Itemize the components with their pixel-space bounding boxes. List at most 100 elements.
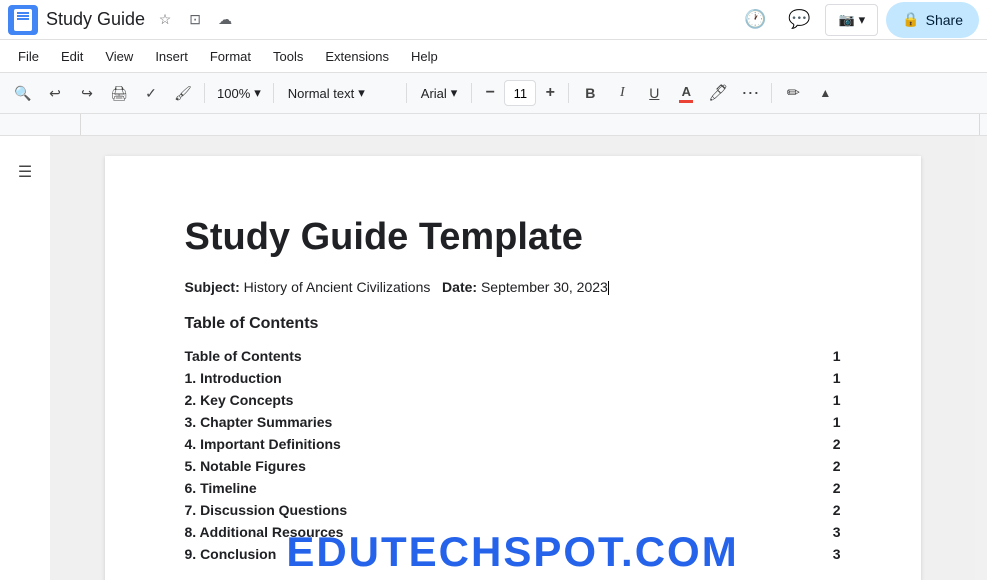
toc-row: 4. Important Definitions 2: [185, 433, 841, 455]
document-title: Study Guide: [46, 9, 145, 30]
toc-item-label: 6. Timeline: [185, 477, 811, 499]
toolbar-sep-3: [406, 83, 407, 103]
formatting-mode-btn[interactable]: ✏: [778, 78, 808, 108]
toc-item-label: 5. Notable Figures: [185, 455, 811, 477]
zoom-selector[interactable]: 100% ▾: [211, 83, 267, 103]
sidebar: ☰: [0, 136, 50, 580]
document-title-heading: Study Guide Template: [185, 216, 841, 259]
toolbar: 🔍 ↩ ↪ 🖨 ✓ 🖌 100% ▾ Normal text ▾ Arial ▾…: [0, 72, 987, 114]
ruler-canvas: [0, 114, 987, 135]
title-bar: Study Guide ☆ ⊡ ☁ 🕐 💬 📷 ▾ 🔒 Share: [0, 0, 987, 40]
paint-format-btn[interactable]: 🖌: [168, 78, 198, 108]
share-button[interactable]: 🔒 Share: [886, 2, 979, 38]
toolbar-sep-1: [204, 83, 205, 103]
ruler-svg: [80, 114, 980, 136]
menu-bar: File Edit View Insert Format Tools Exten…: [0, 40, 987, 72]
cloud-icon[interactable]: ☁: [213, 8, 237, 32]
ruler: [0, 114, 987, 136]
star-icon[interactable]: ☆: [153, 8, 177, 32]
menu-insert[interactable]: Insert: [145, 45, 198, 68]
subject-value: History of Ancient Civilizations: [244, 279, 431, 295]
toc-row: 1. Introduction 1: [185, 367, 841, 389]
style-selector[interactable]: Normal text ▾: [280, 83, 400, 103]
toc-row: 3. Chapter Summaries 1: [185, 411, 841, 433]
toc-item-label: 7. Discussion Questions: [185, 499, 811, 521]
date-bold: Date:: [442, 279, 477, 295]
zoom-value: 100%: [217, 86, 250, 101]
toc-item-label: 3. Chapter Summaries: [185, 411, 811, 433]
toc-item-label: Table of Contents: [185, 345, 811, 367]
text-color-btn[interactable]: A: [671, 78, 701, 108]
document-meta: Subject: History of Ancient Civilization…: [185, 279, 841, 295]
share-label: Share: [926, 12, 963, 28]
meet-button[interactable]: 📷 ▾: [825, 4, 878, 36]
toc-item-page: 2: [811, 477, 841, 499]
title-action-icons: ☆ ⊡ ☁: [153, 8, 237, 32]
font-size-area: − +: [478, 80, 562, 106]
italic-btn[interactable]: I: [607, 78, 637, 108]
toc-item-page: 2: [811, 455, 841, 477]
font-size-decrease-btn[interactable]: −: [478, 81, 502, 105]
spell-check-btn[interactable]: ✓: [136, 78, 166, 108]
menu-view[interactable]: View: [95, 45, 143, 68]
collapse-toolbar-btn[interactable]: ▲: [810, 78, 840, 108]
font-size-input[interactable]: [504, 80, 536, 106]
toc-item-page: 3: [811, 521, 841, 543]
move-icon[interactable]: ⊡: [183, 8, 207, 32]
menu-tools[interactable]: Tools: [263, 45, 313, 68]
menu-edit[interactable]: Edit: [51, 45, 93, 68]
more-formatting-btn[interactable]: ⋯: [735, 78, 765, 108]
document-page: Study Guide Template Subject: History of…: [105, 156, 921, 580]
font-value: Arial: [421, 86, 447, 101]
toc-item-label: 4. Important Definitions: [185, 433, 811, 455]
chat-icon[interactable]: 💬: [781, 2, 817, 38]
toc-row: 2. Key Concepts 1: [185, 389, 841, 411]
subject-bold: Subject:: [185, 279, 240, 295]
toc-item-page: 2: [811, 433, 841, 455]
header-right: 🕐 💬 📷 ▾ 🔒 Share: [737, 2, 979, 38]
text-cursor: [608, 281, 610, 295]
doc-app-icon[interactable]: [8, 5, 38, 35]
menu-extensions[interactable]: Extensions: [315, 45, 399, 68]
history-icon[interactable]: 🕐: [737, 2, 773, 38]
style-value: Normal text: [288, 86, 354, 101]
toc-row: 6. Timeline 2: [185, 477, 841, 499]
toc-item-page: 1: [811, 389, 841, 411]
font-size-increase-btn[interactable]: +: [538, 81, 562, 105]
underline-btn[interactable]: U: [639, 78, 669, 108]
toc-item-page: 1: [811, 411, 841, 433]
toc-item-page: 1: [811, 367, 841, 389]
toc-row: 7. Discussion Questions 2: [185, 499, 841, 521]
font-selector[interactable]: Arial ▾: [413, 83, 466, 103]
style-dropdown-icon: ▾: [358, 85, 365, 101]
menu-file[interactable]: File: [8, 45, 49, 68]
outline-toggle-btn[interactable]: ☰: [9, 156, 41, 188]
toolbar-sep-4: [471, 83, 472, 103]
toc-heading: Table of Contents: [185, 315, 841, 333]
toc-row: 5. Notable Figures 2: [185, 455, 841, 477]
toc-item-page: 1: [811, 345, 841, 367]
print-btn[interactable]: 🖨: [104, 78, 134, 108]
undo-btn[interactable]: ↩: [40, 78, 70, 108]
main-area: ☰ Study Guide Template Subject: History …: [0, 136, 987, 580]
document-area[interactable]: Study Guide Template Subject: History of…: [50, 136, 975, 580]
toolbar-sep-6: [771, 83, 772, 103]
toolbar-sep-2: [273, 83, 274, 103]
date-value: September 30, 2023: [481, 279, 608, 295]
search-toolbar-btn[interactable]: 🔍: [8, 78, 38, 108]
redo-btn[interactable]: ↪: [72, 78, 102, 108]
toolbar-sep-5: [568, 83, 569, 103]
toc-item-page: 3: [811, 543, 841, 565]
toc-item-label: 2. Key Concepts: [185, 389, 811, 411]
meet-camera-icon: 📷: [838, 12, 854, 28]
toc-item-page: 2: [811, 499, 841, 521]
highlight-color-btn[interactable]: 🖊: [703, 78, 733, 108]
scrollbar[interactable]: [975, 136, 987, 580]
toc-item-label: 1. Introduction: [185, 367, 811, 389]
menu-help[interactable]: Help: [401, 45, 448, 68]
toc-row: Table of Contents 1: [185, 345, 841, 367]
menu-format[interactable]: Format: [200, 45, 261, 68]
lock-icon: 🔒: [902, 11, 919, 28]
zoom-dropdown-icon: ▾: [254, 85, 261, 101]
bold-btn[interactable]: B: [575, 78, 605, 108]
